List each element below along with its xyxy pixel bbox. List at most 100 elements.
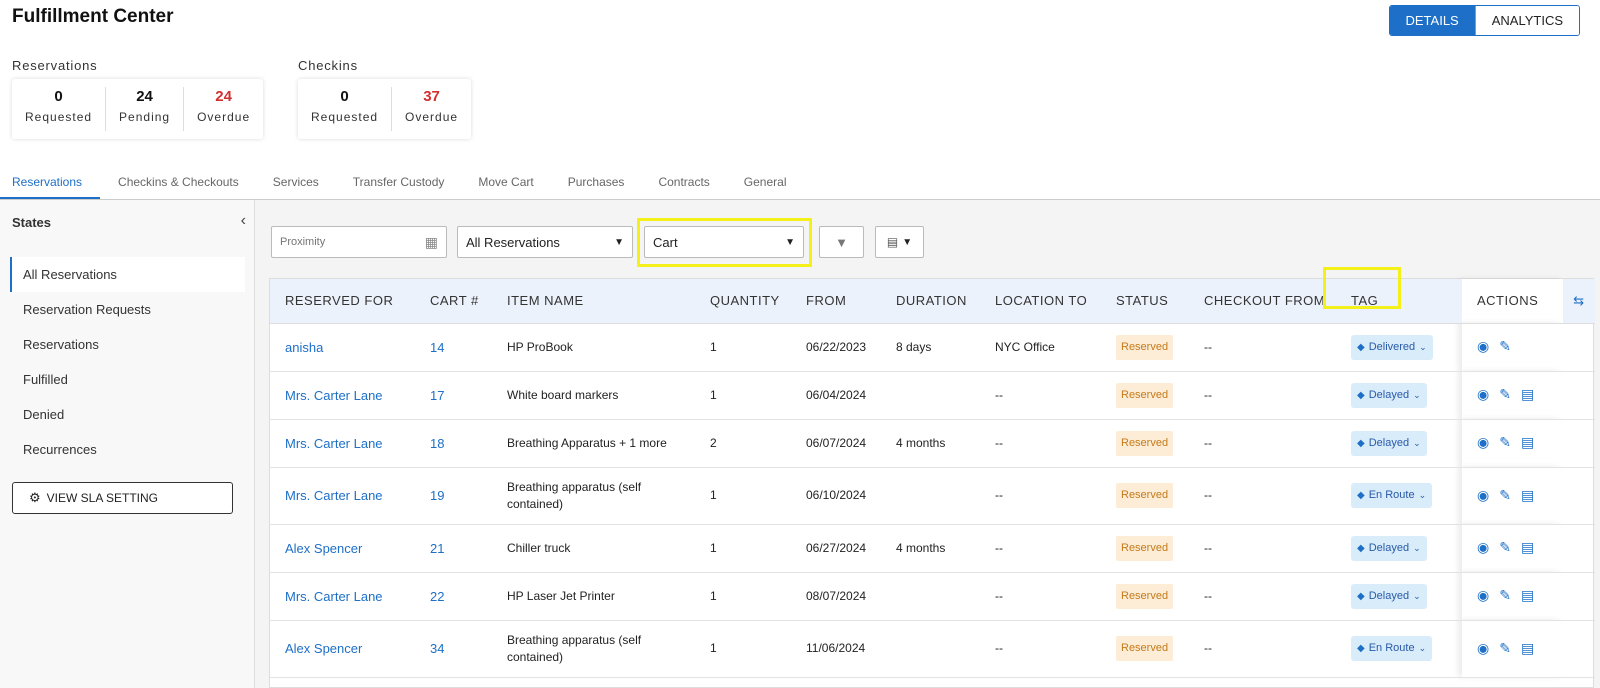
tab-transfer-custody[interactable]: Transfer Custody	[341, 172, 445, 199]
tab-services[interactable]: Services	[261, 172, 319, 199]
pencil-icon[interactable]: ✎	[1499, 587, 1511, 604]
pencil-icon[interactable]: ✎	[1499, 338, 1511, 355]
comment-icon[interactable]: ▤	[1521, 539, 1534, 556]
eye-icon[interactable]: ◉	[1477, 487, 1489, 504]
analytics-button[interactable]: ANALYTICS	[1474, 6, 1579, 35]
tag-dropdown[interactable]: ◆ Delayed ⌄	[1351, 583, 1427, 609]
proximity-input[interactable]	[280, 236, 400, 248]
tag-dropdown[interactable]: ◆ Delayed ⌄	[1351, 535, 1427, 561]
tag-dropdown[interactable]: ◆ Delayed ⌄	[1351, 382, 1427, 408]
eye-icon[interactable]: ◉	[1477, 587, 1489, 604]
pencil-icon[interactable]: ✎	[1499, 386, 1511, 403]
table-row[interactable]: Mrs. Carter Lane 22 HP Laser Jet Printer 1 0…	[270, 572, 1595, 621]
sidebar-item-recurrences[interactable]: Recurrences	[10, 432, 245, 467]
row-spacer	[1563, 371, 1595, 420]
stat-requested[interactable]: 0 Requested	[12, 87, 107, 131]
cart-number-link[interactable]: 22	[415, 572, 492, 621]
comment-icon[interactable]: ▤	[1521, 487, 1534, 504]
column-settings-icon[interactable]: ⇆	[1563, 279, 1595, 324]
cart-number-link[interactable]: 14	[415, 323, 492, 372]
cart-number-link[interactable]: 34	[415, 620, 492, 678]
cart-number-link[interactable]: 21	[415, 524, 492, 573]
reservations-select[interactable]: All Reservations ▼	[457, 226, 633, 258]
tab-move-cart[interactable]: Move Cart	[466, 172, 533, 199]
tag-dropdown[interactable]: ◆ Delivered ⌄	[1351, 334, 1433, 360]
filter-button[interactable]: ▼	[819, 226, 864, 258]
status-badge: Reserved	[1116, 636, 1174, 661]
eye-icon[interactable]: ◉	[1477, 434, 1489, 451]
checkout-from: --	[1189, 323, 1336, 372]
col-duration[interactable]: DURATION	[881, 279, 980, 324]
quantity: 1	[695, 524, 791, 573]
reservations-stats-card: 0 Requested 24 Pending 24 Overdue	[12, 79, 264, 139]
tag-dropdown[interactable]: ◆ En Route ⌄	[1351, 636, 1433, 661]
reserved-for-link[interactable]: anisha	[270, 323, 415, 372]
eye-icon[interactable]: ◉	[1477, 386, 1489, 403]
stat-value: 24	[215, 88, 232, 105]
proximity-filter[interactable]: ▦	[271, 226, 447, 258]
eye-icon[interactable]: ◉	[1477, 338, 1489, 355]
cart-number-link[interactable]: 19	[415, 467, 492, 525]
tag-dropdown[interactable]: ◆ En Route ⌄	[1351, 483, 1433, 508]
tab-purchases[interactable]: Purchases	[556, 172, 625, 199]
col-checkout-from[interactable]: CHECKOUT FROM	[1189, 279, 1336, 324]
tab-checkins-checkouts[interactable]: Checkins & Checkouts	[106, 172, 239, 199]
comment-icon[interactable]: ▤	[1521, 386, 1534, 403]
col-item-name[interactable]: ITEM NAME	[492, 279, 695, 324]
tab-reservations[interactable]: Reservations	[0, 172, 101, 199]
reserved-for-link[interactable]: Mrs. Carter Lane	[270, 467, 415, 525]
sidebar-item-reservations[interactable]: Reservations	[10, 327, 245, 362]
cart-number-link[interactable]: 18	[415, 419, 492, 468]
tab-general[interactable]: General	[732, 172, 787, 199]
comment-view-button[interactable]: ▤ ▼	[875, 226, 924, 258]
pencil-icon[interactable]: ✎	[1499, 487, 1511, 504]
sidebar-item-reservation-requests[interactable]: Reservation Requests	[10, 292, 245, 327]
col-quantity[interactable]: QUANTITY	[695, 279, 791, 324]
view-sla-setting-button[interactable]: ⚙ VIEW SLA SETTING	[12, 482, 233, 514]
col-from[interactable]: FROM	[791, 279, 881, 324]
pencil-icon[interactable]: ✎	[1499, 539, 1511, 556]
cart-number-link[interactable]: 17	[415, 371, 492, 420]
pencil-icon[interactable]: ✎	[1499, 434, 1511, 451]
stat-pending[interactable]: 24 Pending	[106, 87, 185, 131]
col-location-to[interactable]: LOCATION TO	[980, 279, 1101, 324]
stat-overdue[interactable]: 24 Overdue	[184, 87, 263, 131]
col-status[interactable]: STATUS	[1101, 279, 1189, 324]
table-row[interactable]: Mrs. Carter Lane 19 Breathing apparatus (s…	[270, 467, 1595, 525]
col-reserved-for[interactable]: RESERVED FOR	[270, 279, 415, 324]
comment-icon[interactable]: ▤	[1521, 640, 1534, 657]
reserved-for-link[interactable]: Mrs. Carter Lane	[270, 371, 415, 420]
sidebar-item-denied[interactable]: Denied	[10, 397, 245, 432]
reserved-for-link[interactable]: Mrs. Carter Lane	[270, 572, 415, 621]
eye-icon[interactable]: ◉	[1477, 640, 1489, 657]
checkout-from: --	[1189, 572, 1336, 621]
reserved-for-link[interactable]: Alex Spencer	[270, 620, 415, 678]
duration	[881, 371, 980, 420]
sidebar-item-fulfilled[interactable]: Fulfilled	[10, 362, 245, 397]
tab-contracts[interactable]: Contracts	[646, 172, 709, 199]
reserved-for-link[interactable]: Mrs. Carter Lane	[270, 419, 415, 468]
stat-overdue[interactable]: 37 Overdue	[392, 87, 471, 131]
tag-dropdown[interactable]: ◆ Delayed ⌄	[1351, 430, 1427, 456]
tag-cell: ◆ Delayed ⌄	[1336, 419, 1462, 468]
sidebar-item-all-reservations[interactable]: All Reservations	[10, 257, 245, 292]
table-row[interactable]: Alex Spencer 21 Chiller truck 1 06/27/2024 4 …	[270, 524, 1595, 573]
details-button[interactable]: DETAILS	[1389, 6, 1475, 35]
comment-icon[interactable]: ▤	[1521, 587, 1534, 604]
stat-requested[interactable]: 0 Requested	[298, 87, 393, 131]
col-cart-number[interactable]: CART #	[415, 279, 492, 324]
table-row[interactable]: Mrs. Carter Lane 18 Breathing Apparatus + …	[270, 419, 1595, 468]
comment-icon[interactable]: ▤	[1521, 434, 1534, 451]
collapse-sidebar-icon[interactable]: ‹	[241, 212, 246, 230]
chevron-down-icon: ⌄	[1413, 542, 1421, 553]
calendar-icon[interactable]: ▦	[425, 234, 438, 251]
pencil-icon[interactable]: ✎	[1499, 640, 1511, 657]
reserved-for-link[interactable]: Alex Spencer	[270, 524, 415, 573]
table-row[interactable]: Mrs. Carter Lane 17 White board markers 1 06…	[270, 371, 1595, 420]
table-row[interactable]: Alex Spencer 34 Breathing apparatus (self …	[270, 620, 1595, 678]
stat-label: Requested	[25, 110, 93, 124]
tag-label: Delayed	[1368, 388, 1410, 401]
eye-icon[interactable]: ◉	[1477, 539, 1489, 556]
table-row[interactable]: anisha 14 HP ProBook 1 06/22/2023 8 days NYC O…	[270, 323, 1595, 372]
status-badge: Reserved	[1116, 483, 1174, 508]
